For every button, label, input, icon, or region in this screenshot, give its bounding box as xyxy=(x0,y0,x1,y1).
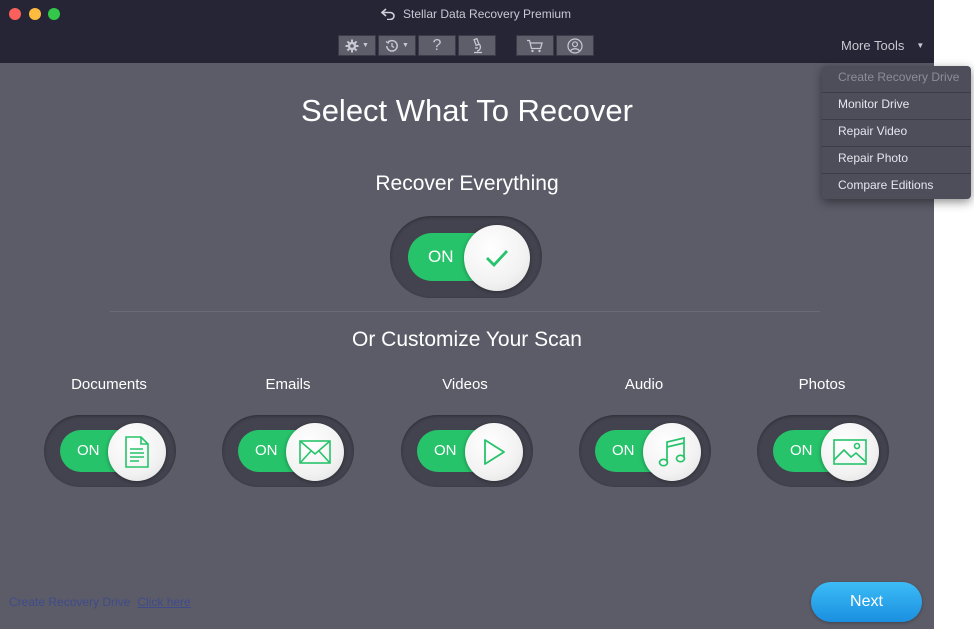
videos-toggle-well: ON xyxy=(401,415,533,487)
toggle-state-label: ON xyxy=(77,442,100,459)
toggle-state-label: ON xyxy=(790,442,813,459)
shopping-cart-icon xyxy=(527,39,543,52)
more-tools-menu-button[interactable]: More Tools ▼ xyxy=(841,38,924,53)
maximize-window-button[interactable] xyxy=(48,8,60,20)
documents-toggle[interactable]: ON xyxy=(60,423,166,481)
window-title: Stellar Data Recovery Premium xyxy=(403,7,572,21)
audio-toggle-well: ON xyxy=(579,415,711,487)
close-window-button[interactable] xyxy=(9,8,21,20)
category-label-videos: Videos xyxy=(442,376,488,393)
account-button[interactable] xyxy=(556,35,594,56)
emails-toggle[interactable]: ON xyxy=(238,423,344,481)
toggle-knob xyxy=(465,423,523,481)
category-label-documents: Documents xyxy=(71,376,147,393)
main-panel: Select What To Recover Recover Everythin… xyxy=(0,63,934,629)
toggle-knob xyxy=(464,225,530,291)
user-icon xyxy=(567,37,583,54)
category-label-audio: Audio xyxy=(624,376,664,393)
customize-scan-heading: Or Customize Your Scan xyxy=(352,328,582,351)
photos-toggle-well: ON xyxy=(757,415,889,487)
cart-button[interactable] xyxy=(516,35,554,56)
recovery-drive-text: Create Recovery Drive xyxy=(9,595,131,609)
toggle-state-label: ON xyxy=(428,247,454,266)
question-mark-icon: ? xyxy=(432,36,442,54)
category-label-photos: Photos xyxy=(798,376,846,393)
microscope-icon xyxy=(473,37,482,53)
more-tools-dropdown: Create Recovery Drive Monitor Drive Repa… xyxy=(822,66,971,199)
page-title: Select What To Recover xyxy=(301,93,633,128)
menu-item-repair-video[interactable]: Repair Video xyxy=(822,120,971,147)
toggle-state-label: ON xyxy=(612,442,635,459)
audio-toggle[interactable]: ON xyxy=(595,423,701,481)
toggle-knob xyxy=(108,423,166,481)
settings-button[interactable]: ▼ xyxy=(338,35,376,56)
toggle-state-label: ON xyxy=(434,442,457,459)
photos-toggle[interactable]: ON xyxy=(773,423,879,481)
more-tools-label: More Tools xyxy=(841,38,905,53)
emails-toggle-well: ON xyxy=(222,415,354,487)
toggle-knob xyxy=(643,423,701,481)
chevron-down-icon: ▼ xyxy=(362,42,369,49)
menu-item-create-recovery-drive: Create Recovery Drive xyxy=(822,66,971,93)
chevron-down-icon: ▼ xyxy=(402,42,409,49)
microscope-button[interactable] xyxy=(458,35,496,56)
section-divider xyxy=(110,311,820,312)
toggle-knob xyxy=(821,423,879,481)
play-icon xyxy=(484,439,505,465)
videos-toggle[interactable]: ON xyxy=(417,423,523,481)
toggle-state-label: ON xyxy=(255,442,278,459)
checkmark-icon xyxy=(486,250,509,267)
click-here-link[interactable]: Click here xyxy=(137,595,190,609)
help-button[interactable]: ? xyxy=(418,35,456,56)
window-title-area: Stellar Data Recovery Premium xyxy=(380,5,571,23)
envelope-icon xyxy=(299,440,331,464)
history-button[interactable]: ▼ xyxy=(378,35,416,56)
picture-icon xyxy=(833,439,867,465)
document-icon xyxy=(125,436,149,468)
chevron-down-icon: ▼ xyxy=(916,41,925,50)
minimize-window-button[interactable] xyxy=(29,8,41,20)
toggle-knob xyxy=(286,423,344,481)
recover-everything-toggle[interactable]: ON xyxy=(408,225,530,291)
back-arrow-icon[interactable] xyxy=(380,8,396,20)
title-bar: Stellar Data Recovery Premium ▼ ▼ ? More… xyxy=(0,0,934,63)
app-window: Stellar Data Recovery Premium ▼ ▼ ? More… xyxy=(0,0,934,629)
recover-everything-toggle-well: ON xyxy=(390,216,542,298)
category-label-emails: Emails xyxy=(265,376,311,393)
menu-item-repair-photo[interactable]: Repair Photo xyxy=(822,147,971,174)
recovery-drive-prompt: Create Recovery Drive Click here xyxy=(9,595,191,609)
documents-toggle-well: ON xyxy=(44,415,176,487)
history-icon xyxy=(385,39,398,52)
music-note-icon xyxy=(658,436,686,467)
recover-everything-label: Recover Everything xyxy=(375,172,559,195)
menu-item-compare-editions[interactable]: Compare Editions xyxy=(822,174,971,201)
next-button[interactable]: Next xyxy=(811,582,922,622)
gear-icon xyxy=(345,39,359,52)
menu-item-monitor-drive[interactable]: Monitor Drive xyxy=(822,93,971,120)
